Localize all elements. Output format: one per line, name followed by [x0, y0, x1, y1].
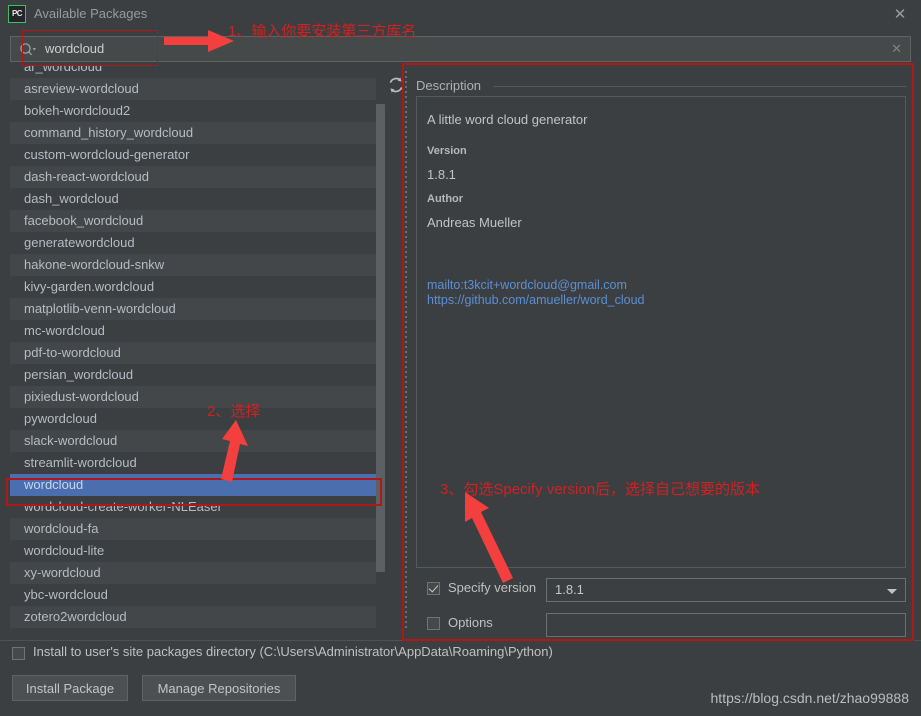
clear-search-icon[interactable]: ✕ — [891, 41, 902, 57]
package-list-scrollbar-thumb[interactable] — [376, 104, 385, 572]
version-dropdown-value: 1.8.1 — [555, 582, 584, 597]
options-row: Options — [416, 613, 906, 637]
package-list-item[interactable]: streamlit-wordcloud — [10, 452, 385, 474]
package-list-item[interactable]: asreview-wordcloud — [10, 78, 385, 100]
author-value: Andreas Mueller — [427, 215, 522, 230]
user-site-row: Install to user's site packages director… — [12, 643, 712, 665]
package-summary: A little word cloud generator — [427, 112, 588, 127]
specify-version-checkbox[interactable] — [427, 582, 440, 595]
search-icon[interactable] — [19, 42, 37, 58]
package-list-item[interactable]: facebook_wordcloud — [10, 210, 385, 232]
package-list-item[interactable]: slack-wordcloud — [10, 430, 385, 452]
install-to-user-site-label: Install to user's site packages director… — [33, 644, 553, 659]
author-label: Author — [427, 193, 464, 205]
chevron-down-icon[interactable] — [887, 589, 897, 594]
package-list-item[interactable]: xy-wordcloud — [10, 562, 385, 584]
version-dropdown[interactable]: 1.8.1 — [546, 578, 906, 602]
manage-repositories-button[interactable]: Manage Repositories — [142, 675, 296, 701]
package-list-item[interactable]: pdf-to-wordcloud — [10, 342, 385, 364]
available-packages-dialog: PC Available Packages ✕ wordcloud ✕ ar_w… — [0, 0, 921, 716]
specify-version-row: Specify version 1.8.1 — [416, 578, 906, 602]
version-label: Version — [427, 145, 467, 157]
package-list-item[interactable]: ar_wordcloud — [10, 66, 385, 78]
package-list-item[interactable]: persian_wordcloud — [10, 364, 385, 386]
description-legend-rule — [494, 86, 906, 87]
pycharm-logo-text: PC — [11, 9, 23, 18]
package-list-item[interactable]: kivy-garden.wordcloud — [10, 276, 385, 298]
pycharm-logo-icon: PC — [8, 5, 26, 23]
search-input[interactable]: wordcloud — [45, 41, 104, 56]
version-value: 1.8.1 — [427, 167, 456, 182]
description-legend: Description — [416, 78, 488, 93]
package-list-item[interactable]: command_history_wordcloud — [10, 122, 385, 144]
specify-version-label: Specify version — [448, 580, 537, 595]
package-list-item[interactable]: wordcloud-lite — [10, 540, 385, 562]
title-bar: PC Available Packages ✕ — [0, 0, 921, 28]
package-list-item[interactable]: matplotlib-venn-wordcloud — [10, 298, 385, 320]
package-list-item[interactable]: pywordcloud — [10, 408, 385, 430]
package-list-item[interactable]: wordcloud-fa — [10, 518, 385, 540]
package-list-item[interactable]: generatewordcloud — [10, 232, 385, 254]
panel-splitter[interactable] — [402, 68, 409, 638]
window-title: Available Packages — [34, 6, 148, 21]
package-list-item[interactable]: mc-wordcloud — [10, 320, 385, 342]
install-to-user-site-checkbox[interactable] — [12, 647, 25, 660]
options-label: Options — [448, 615, 493, 630]
homepage-link[interactable]: https://github.com/amueller/word_cloud — [427, 293, 644, 307]
footer-divider — [0, 640, 921, 641]
email-link[interactable]: mailto:t3kcit+wordcloud@gmail.com — [427, 278, 627, 292]
package-list-item[interactable]: dash_wordcloud — [10, 188, 385, 210]
package-list-item[interactable]: custom-wordcloud-generator — [10, 144, 385, 166]
watermark: https://blog.csdn.net/zhao99888 — [710, 690, 909, 706]
options-checkbox[interactable] — [427, 617, 440, 630]
options-input[interactable] — [546, 613, 906, 637]
package-list-item[interactable]: ybc-wordcloud — [10, 584, 385, 606]
install-package-button[interactable]: Install Package — [12, 675, 128, 701]
description-panel: Description A little word cloud generato… — [412, 68, 910, 638]
description-content-box: A little word cloud generator Version 1.… — [416, 96, 906, 568]
package-list-item[interactable]: dash-react-wordcloud — [10, 166, 385, 188]
search-bar[interactable]: wordcloud ✕ — [10, 36, 911, 62]
package-list-item[interactable]: zotero2wordcloud — [10, 606, 385, 628]
package-list-item[interactable]: bokeh-wordcloud2 — [10, 100, 385, 122]
package-list-item-selected[interactable]: wordcloud — [10, 474, 385, 496]
close-icon[interactable]: ✕ — [889, 5, 911, 25]
package-list-item[interactable]: wordcloud-create-worker-NLEaser — [10, 496, 385, 518]
package-list[interactable]: ar_wordcloud asreview-wordcloud bokeh-word… — [10, 66, 385, 638]
package-list-item[interactable]: pixiedust-wordcloud — [10, 386, 385, 408]
package-list-item[interactable]: hakone-wordcloud-snkw — [10, 254, 385, 276]
